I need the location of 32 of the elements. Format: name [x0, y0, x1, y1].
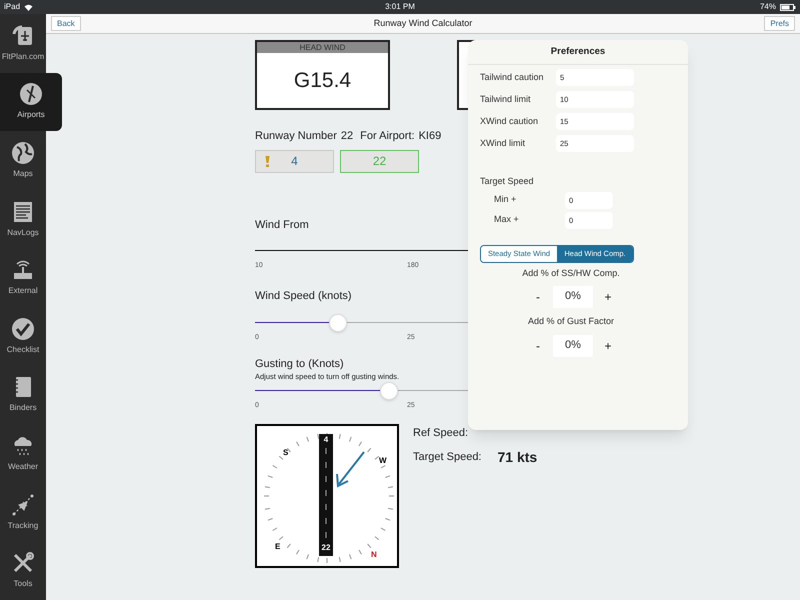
section-title: Target Speed — [479, 175, 535, 188]
status-time: 3:01 PM — [385, 1, 415, 13]
field-label: Max + — [494, 213, 520, 226]
head-wind-value: G15.4 — [292, 68, 352, 94]
field-label: Min + — [494, 193, 518, 206]
stepper-label: Add % of SS/HW Comp. — [521, 266, 621, 280]
runway-label: Runway Number — [255, 129, 337, 144]
speed-label: Ref Speed: — [413, 426, 468, 441]
battery-percent: 74% — [760, 1, 776, 13]
compass-direction-label: N — [371, 550, 377, 560]
compass-direction-label: E — [275, 542, 280, 552]
runway-end-label: 4 — [322, 435, 330, 445]
runway-end-label: 22 — [320, 543, 332, 553]
field-label: Tailwind limit — [480, 92, 532, 106]
compass-direction-label: S — [283, 448, 288, 458]
speed-value: 71 kts — [498, 448, 538, 466]
airport-label: For Airport: — [360, 129, 415, 144]
field-label: Tailwind caution — [480, 70, 545, 84]
device-name: iPad — [4, 1, 20, 13]
speed-label: Target Speed: — [413, 450, 482, 465]
slider-label: Gusting to (Knots) — [255, 356, 344, 372]
stepper-label: Add % of Gust Factor — [526, 315, 616, 328]
nav-title: Runway Wind Calculator — [374, 16, 472, 30]
airport-code: KI69 — [418, 129, 442, 144]
runway-number: 22 — [340, 129, 354, 144]
field-label: XWind caution — [480, 114, 540, 128]
popover-title: Preferences — [468, 40, 688, 65]
panel-title: HEAD WIND — [257, 42, 388, 53]
compass-direction-label: W — [379, 456, 387, 466]
slider-label: Wind Speed (knots) — [255, 289, 352, 304]
slider-label: Wind From — [255, 218, 309, 232]
field-label: XWind limit — [480, 136, 526, 150]
